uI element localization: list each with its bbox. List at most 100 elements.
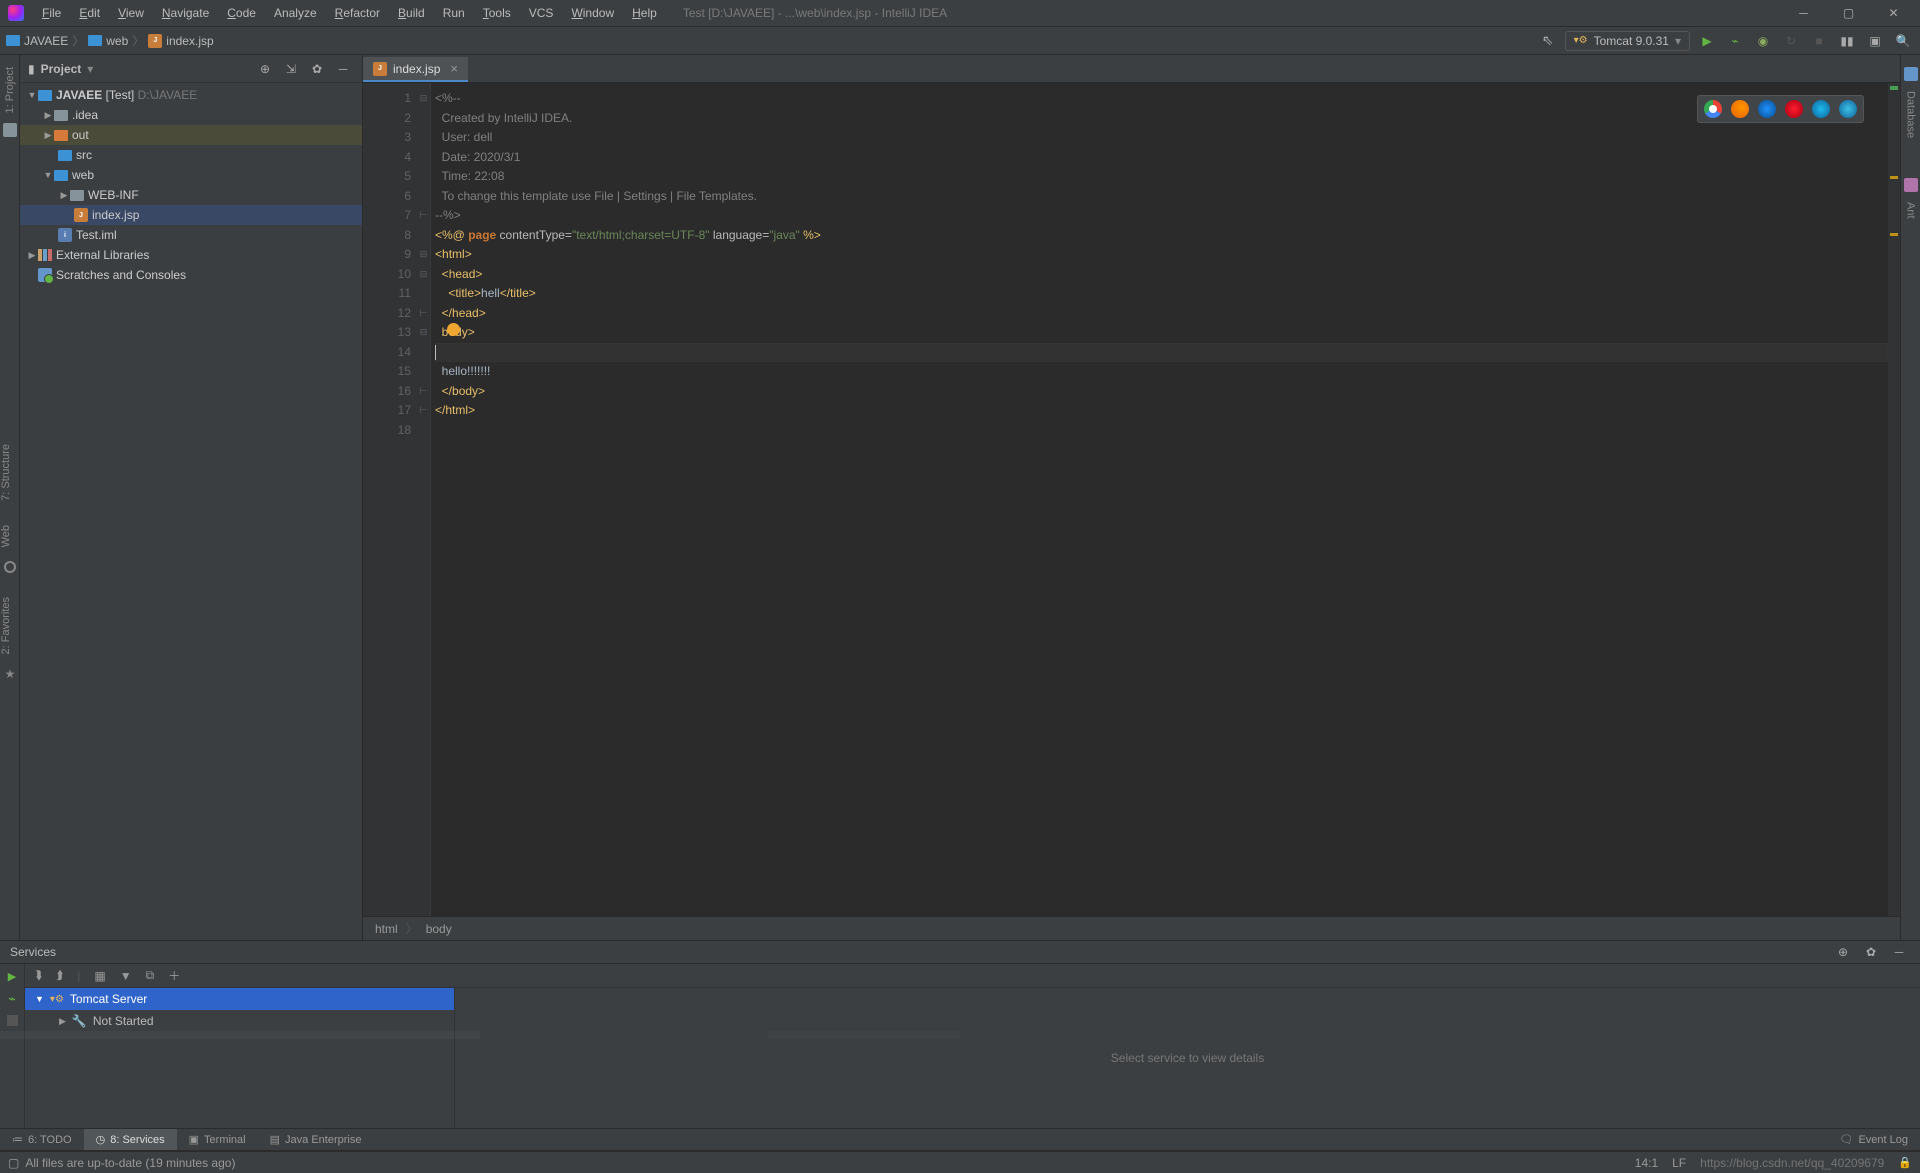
- breadcrumb-web[interactable]: web: [88, 34, 128, 48]
- debug-button[interactable]: ⌁: [1724, 30, 1746, 52]
- tree-root-tag: [Test]: [106, 88, 135, 102]
- build-button[interactable]: ⇖: [1537, 30, 1559, 52]
- analysis-ok-icon: [1890, 86, 1898, 90]
- edge-icon[interactable]: [1839, 100, 1857, 118]
- stop-button[interactable]: ■: [1808, 30, 1830, 52]
- hide-button[interactable]: ─: [332, 58, 354, 80]
- menu-navigate[interactable]: Navigate: [154, 3, 217, 23]
- tree-indexjsp[interactable]: Jindex.jsp: [20, 205, 362, 225]
- tree-root[interactable]: ▼JAVAEE [Test] D:\JAVAEE: [20, 85, 362, 105]
- run-config-selector[interactable]: ▾⚙ Tomcat 9.0.31 ▾: [1565, 31, 1690, 51]
- tab-favorites[interactable]: 2: Favorites: [0, 593, 12, 658]
- menu-run[interactable]: Run: [435, 3, 473, 23]
- bc-html[interactable]: html: [375, 922, 398, 936]
- breadcrumb-root[interactable]: JAVAEE: [6, 34, 68, 48]
- menu-analyze[interactable]: Analyze: [266, 3, 325, 23]
- expand-button[interactable]: ⇲: [280, 58, 302, 80]
- database-icon[interactable]: [1904, 67, 1918, 81]
- opera-icon[interactable]: [1785, 100, 1803, 118]
- tab-services[interactable]: ◷8: Services: [84, 1129, 177, 1150]
- tab-java-enterprise[interactable]: ▤Java Enterprise: [258, 1129, 374, 1150]
- close-button[interactable]: ✕: [1871, 0, 1916, 27]
- bc-body[interactable]: body: [426, 922, 452, 936]
- settings-icon[interactable]: ✿: [306, 58, 328, 80]
- group-icon[interactable]: ▦: [94, 969, 105, 983]
- menu-view[interactable]: View: [110, 3, 152, 23]
- jsp-icon: J: [373, 62, 387, 76]
- coverage-button[interactable]: ◉: [1752, 30, 1774, 52]
- tree-iml[interactable]: iTest.iml: [20, 225, 362, 245]
- ant-icon[interactable]: [1904, 178, 1918, 192]
- warning-mark[interactable]: [1890, 233, 1898, 236]
- services-toolbar: ⮯ ⮭ | ▦ ▼ ⧉ ＋: [25, 964, 1920, 988]
- stop-button[interactable]: [7, 1015, 18, 1026]
- profile-button[interactable]: ↻: [1780, 30, 1802, 52]
- lock-icon[interactable]: 🔒: [1898, 1156, 1912, 1170]
- locate-button[interactable]: ⊕: [254, 58, 276, 80]
- tree-idea-label: .idea: [72, 108, 98, 122]
- expand-all-icon[interactable]: ⮯: [35, 968, 42, 983]
- maximize-button[interactable]: ▢: [1826, 0, 1871, 27]
- tree-idea[interactable]: ▶.idea: [20, 105, 362, 125]
- add-icon[interactable]: ＋: [168, 967, 180, 984]
- menu-code[interactable]: Code: [219, 3, 264, 23]
- filter-icon[interactable]: ▼: [120, 969, 132, 983]
- tree-scratches[interactable]: Scratches and Consoles: [20, 265, 362, 285]
- collapse-all-icon[interactable]: ⮭: [56, 968, 63, 983]
- locate-button[interactable]: ⊕: [1832, 941, 1854, 963]
- tab-database[interactable]: Database: [1905, 87, 1917, 142]
- menu-file[interactable]: File: [34, 3, 69, 23]
- menu-build[interactable]: Build: [390, 3, 433, 23]
- tab-todo[interactable]: ≔6: TODO: [0, 1129, 84, 1150]
- search-button[interactable]: 🔍: [1892, 30, 1914, 52]
- tab-web[interactable]: Web: [0, 521, 12, 551]
- layout-icon[interactable]: ⧉: [146, 968, 155, 983]
- firefox-icon[interactable]: [1731, 100, 1749, 118]
- menu-vcs[interactable]: VCS: [521, 3, 562, 23]
- run-button[interactable]: ▶: [8, 970, 16, 983]
- window-controls: ─ ▢ ✕: [1781, 0, 1916, 27]
- run-button[interactable]: ▶: [1696, 30, 1718, 52]
- editor-tab-indexjsp[interactable]: J index.jsp ×: [363, 57, 468, 82]
- chrome-icon[interactable]: [1704, 100, 1722, 118]
- tab-structure[interactable]: 7: Structure: [0, 440, 12, 505]
- editor-body[interactable]: 123456789101112131415161718 ⊟⊢⊟⊟⊢⊟⊢⊢ <%-…: [363, 83, 1900, 916]
- debug-button[interactable]: ⌁: [8, 991, 16, 1007]
- tree-webinf[interactable]: ▶WEB-INF: [20, 185, 362, 205]
- status-bar: ▢ All files are up-to-date (19 minutes a…: [0, 1151, 1920, 1173]
- status-cursor-pos[interactable]: 14:1: [1635, 1156, 1658, 1170]
- menu-window[interactable]: Window: [563, 3, 622, 23]
- services-header: Services ⊕ ✿ ─: [0, 940, 1920, 964]
- services-row-tomcat[interactable]: ▼ ▾⚙ Tomcat Server: [25, 988, 454, 1010]
- tree-src[interactable]: src: [20, 145, 362, 165]
- warning-mark[interactable]: [1890, 176, 1898, 179]
- settings-icon[interactable]: ✿: [1860, 941, 1882, 963]
- safari-icon[interactable]: [1758, 100, 1776, 118]
- close-tab-icon[interactable]: ×: [450, 61, 458, 76]
- tab-project[interactable]: 1: Project: [4, 63, 16, 117]
- hide-button[interactable]: ─: [1888, 941, 1910, 963]
- tree-external-libs[interactable]: ▶External Libraries: [20, 245, 362, 265]
- folder-icon[interactable]: [3, 123, 17, 137]
- code-content[interactable]: <%-- Created by IntelliJ IDEA. User: del…: [431, 83, 1888, 916]
- intention-bulb-icon[interactable]: [447, 323, 460, 336]
- tree-out[interactable]: ▶out: [20, 125, 362, 145]
- chevron-down-icon[interactable]: ▾: [87, 62, 93, 76]
- menu-refactor[interactable]: Refactor: [327, 3, 388, 23]
- project-structure-button[interactable]: ▮▮: [1836, 30, 1858, 52]
- menu-help[interactable]: Help: [624, 3, 665, 23]
- breadcrumb-file[interactable]: Jindex.jsp: [148, 34, 213, 48]
- error-stripe[interactable]: [1888, 83, 1900, 916]
- tab-terminal[interactable]: ▣Terminal: [177, 1129, 258, 1150]
- tree-web[interactable]: ▼web: [20, 165, 362, 185]
- minimize-button[interactable]: ─: [1781, 0, 1826, 27]
- menu-tools[interactable]: Tools: [475, 3, 519, 23]
- status-line-sep[interactable]: LF: [1672, 1156, 1686, 1170]
- settings-button[interactable]: ▣: [1864, 30, 1886, 52]
- services-row-notstarted[interactable]: ▶ 🔧 Not Started: [25, 1010, 454, 1032]
- ie-icon[interactable]: [1812, 100, 1830, 118]
- services-icon: ◷: [96, 1133, 106, 1146]
- menu-edit[interactable]: Edit: [71, 3, 108, 23]
- tab-ant[interactable]: Ant: [1905, 198, 1917, 223]
- tab-event-log[interactable]: 🗨Event Log: [1827, 1129, 1920, 1150]
